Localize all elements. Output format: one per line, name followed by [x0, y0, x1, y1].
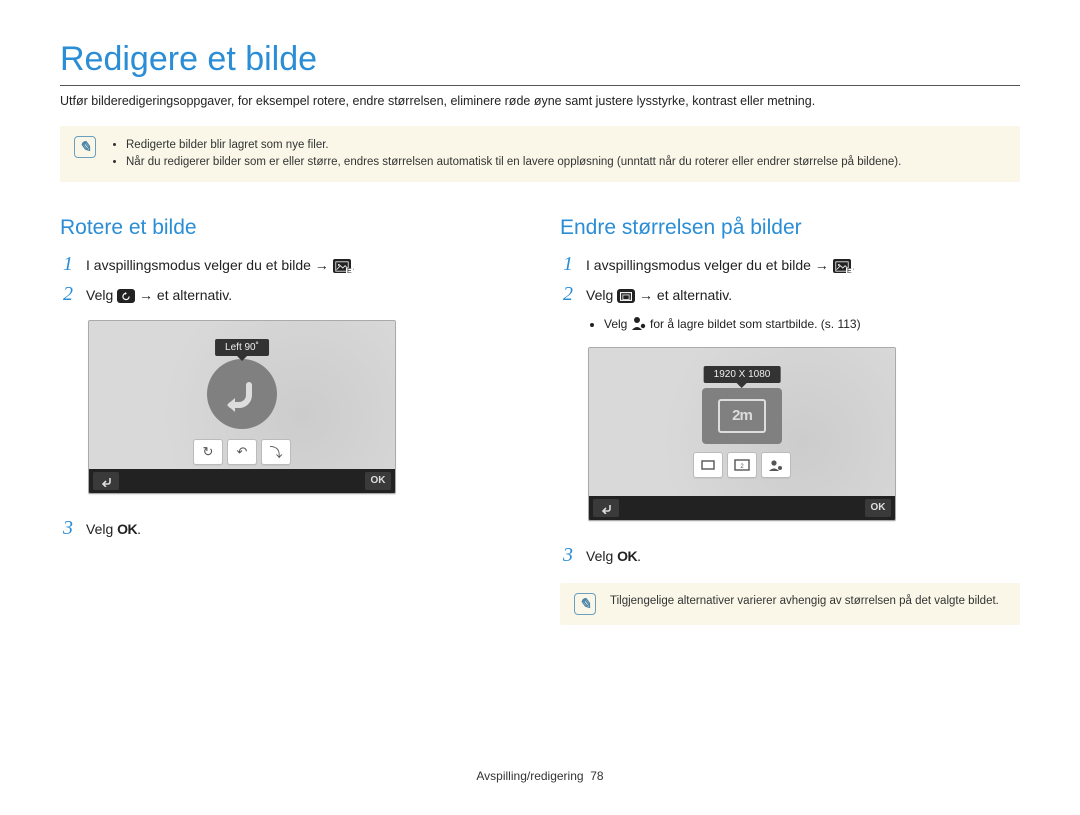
- rotate-left-button[interactable]: ↶: [227, 439, 257, 465]
- footer-section: Avspilling/redigering: [476, 769, 583, 783]
- step-body: Velg → et alternativ.: [586, 284, 1020, 304]
- edit-mode-icon: [833, 259, 851, 273]
- size-option-button[interactable]: [693, 452, 723, 478]
- step-3: 3 Velg OK.: [60, 518, 520, 538]
- back-arrow-icon: [599, 502, 613, 514]
- columns: Rotere et bilde 1 I avspillingsmodus vel…: [60, 206, 1020, 649]
- ok-label: OK: [617, 548, 637, 564]
- rotate-left-arrow-icon: [219, 371, 265, 417]
- step-3: 3 Velg OK.: [560, 545, 1020, 565]
- step-body: I avspillingsmodus velger du et bilde → …: [86, 254, 520, 274]
- step-text-pre: Velg: [586, 548, 613, 564]
- rotate-option-row: ↻ ↶ ⤵: [193, 439, 291, 465]
- footer-page: 78: [590, 769, 603, 783]
- ok-button[interactable]: OK: [365, 472, 391, 490]
- size-medium-icon: 2: [733, 458, 751, 472]
- ok-label: OK: [117, 521, 137, 537]
- step-text-post: → et alternativ.: [139, 287, 232, 303]
- resize-option-row: 2: [693, 452, 791, 478]
- left-column: Rotere et bilde 1 I avspillingsmodus vel…: [60, 206, 520, 649]
- step-text-pre: Velg: [86, 287, 113, 303]
- step-number: 1: [560, 254, 576, 274]
- section-title-resize: Endre størrelsen på bilder: [560, 216, 1020, 240]
- step-2-sublist: Velg for å lagre bildet som startbilde. …: [588, 316, 1020, 331]
- back-button[interactable]: [93, 472, 119, 490]
- svg-text:2: 2: [740, 464, 744, 470]
- edit-mode-icon: [333, 259, 351, 273]
- manual-page: Redigere et bilde Utfør bilderedigerings…: [0, 0, 1080, 811]
- resize-preview-box: 2m: [702, 388, 782, 444]
- step-1: 1 I avspillingsmodus velger du et bilde …: [60, 254, 520, 274]
- size-badge: 2m: [718, 399, 766, 433]
- startup-image-icon: [767, 458, 785, 472]
- rotate-tool-icon: [117, 289, 135, 303]
- size-small-icon: [699, 458, 717, 472]
- period: .: [637, 548, 641, 564]
- bullet-post: for å lagre bildet som startbilde. (s. 1…: [650, 317, 861, 331]
- step-text-post: → et alternativ.: [639, 287, 732, 303]
- step-number: 3: [560, 545, 576, 565]
- resize-tooltip: 1920 X 1080: [704, 366, 781, 383]
- period: .: [137, 521, 141, 537]
- screen-bottom-bar: OK: [89, 469, 395, 493]
- size-option-button[interactable]: [761, 452, 791, 478]
- step-2: 2 Velg → et alternativ.: [560, 284, 1020, 304]
- step-number: 2: [560, 284, 576, 304]
- step-body: Velg → et alternativ.: [86, 284, 520, 304]
- screen-bottom-bar: OK: [589, 496, 895, 520]
- rotate-right-button[interactable]: ↻: [193, 439, 223, 465]
- step-number: 2: [60, 284, 76, 304]
- step-number: 1: [60, 254, 76, 274]
- step-1: 1 I avspillingsmodus velger du et bilde …: [560, 254, 1020, 274]
- note-icon: ✎: [574, 593, 596, 615]
- note-item: Når du redigerer bilder som er eller stø…: [126, 155, 901, 170]
- note-list: Redigerte bilder blir lagret som nye fil…: [110, 136, 901, 172]
- back-arrow-icon: [99, 475, 113, 487]
- startup-image-icon: [631, 316, 647, 330]
- camera-screen-rotate: Left 90˚ ↻ ↶ ⤵ OK: [88, 320, 396, 494]
- back-button[interactable]: [593, 499, 619, 517]
- step-2: 2 Velg → et alternativ.: [60, 284, 520, 304]
- right-column: Endre størrelsen på bilder 1 I avspillin…: [560, 206, 1020, 649]
- step-text-pre: Velg: [586, 287, 613, 303]
- intro-text: Utfør bilderedigeringsoppgaver, for ekse…: [60, 94, 1020, 108]
- step-text: I avspillingsmodus velger du et bilde →: [86, 257, 329, 273]
- step-body: I avspillingsmodus velger du et bilde → …: [586, 254, 1020, 274]
- step-body: Velg OK.: [86, 518, 520, 537]
- step-number: 3: [60, 518, 76, 538]
- bottom-note-box: ✎ Tilgjengelige alternativer varierer av…: [560, 583, 1020, 625]
- step-text-pre: Velg: [86, 521, 113, 537]
- rotate-tooltip: Left 90˚: [215, 339, 269, 356]
- sub-bullet-item: Velg for å lagre bildet som startbilde. …: [604, 316, 1020, 331]
- step-body: Velg OK.: [586, 545, 1020, 564]
- rotate-180-button[interactable]: ⤵: [261, 439, 291, 465]
- bullet-pre: Velg: [604, 317, 627, 331]
- page-title: Redigere et bilde: [60, 40, 1020, 86]
- bottom-note-text: Tilgjengelige alternativer varierer avhe…: [610, 593, 999, 607]
- note-item: Redigerte bilder blir lagret som nye fil…: [126, 138, 901, 153]
- camera-screen-resize: 1920 X 1080 2m 2: [588, 347, 896, 521]
- ok-button[interactable]: OK: [865, 499, 891, 517]
- top-note-box: ✎ Redigerte bilder blir lagret som nye f…: [60, 126, 1020, 182]
- section-title-rotate: Rotere et bilde: [60, 216, 520, 240]
- rotate-preview-circle: [207, 359, 277, 429]
- resize-tool-icon: [617, 289, 635, 303]
- size-option-button[interactable]: 2: [727, 452, 757, 478]
- step-text: I avspillingsmodus velger du et bilde →: [586, 257, 829, 273]
- note-icon: ✎: [74, 136, 96, 158]
- page-footer: Avspilling/redigering 78: [60, 769, 1020, 791]
